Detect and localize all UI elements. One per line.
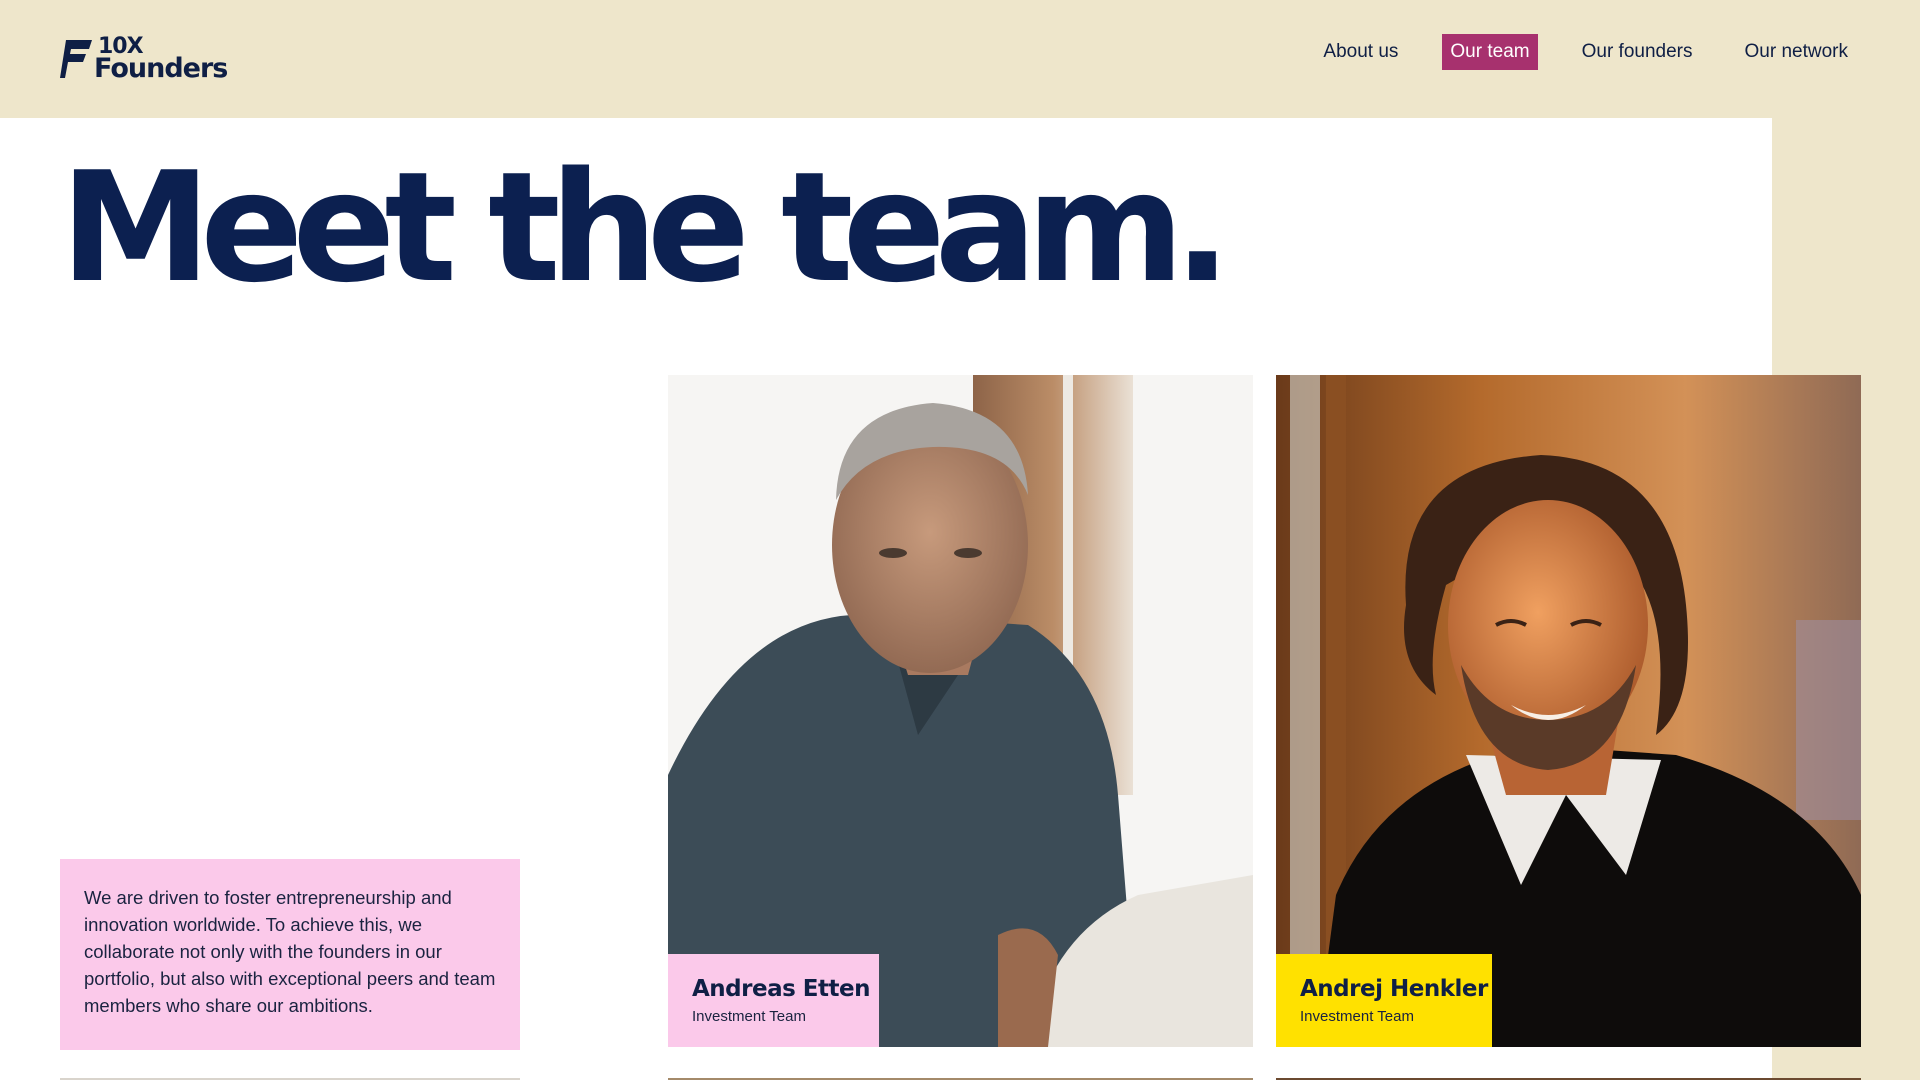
nav-our-network[interactable]: Our network: [1737, 34, 1856, 70]
nav-our-team[interactable]: Our team: [1442, 34, 1538, 70]
page-title: Meet the team.: [60, 139, 1231, 316]
team-member-name: Andreas Etten: [692, 976, 870, 1002]
site-header: 10X Founders About us Our team Our found…: [0, 0, 1920, 118]
team-member-name: Andrej Henkler: [1300, 976, 1488, 1002]
name-tag: Andrej Henkler Investment Team: [1276, 954, 1492, 1047]
logo-line2: Founders: [94, 52, 228, 84]
main-nav: About us Our team Our founders Our netwo…: [1279, 34, 1856, 70]
logo-mark-icon: [60, 38, 92, 80]
logo-wordmark: 10X Founders: [94, 35, 228, 84]
nav-our-founders[interactable]: Our founders: [1574, 34, 1701, 70]
team-photo-andrej-henkler: [1276, 375, 1861, 1047]
intro-box: We are driven to foster entrepreneurship…: [60, 859, 520, 1050]
logo[interactable]: 10X Founders: [60, 35, 240, 84]
team-card[interactable]: Andrej Henkler Investment Team: [1276, 375, 1861, 1047]
nav-about-us[interactable]: About us: [1315, 34, 1406, 70]
team-photo-andreas-etten: [668, 375, 1253, 1047]
team-member-role: Investment Team: [692, 1008, 806, 1025]
team-member-role: Investment Team: [1300, 1008, 1414, 1025]
name-tag: Andreas Etten Investment Team: [668, 954, 879, 1047]
team-card[interactable]: Andreas Etten Investment Team: [668, 375, 1253, 1047]
intro-text: We are driven to foster entrepreneurship…: [84, 887, 496, 1016]
